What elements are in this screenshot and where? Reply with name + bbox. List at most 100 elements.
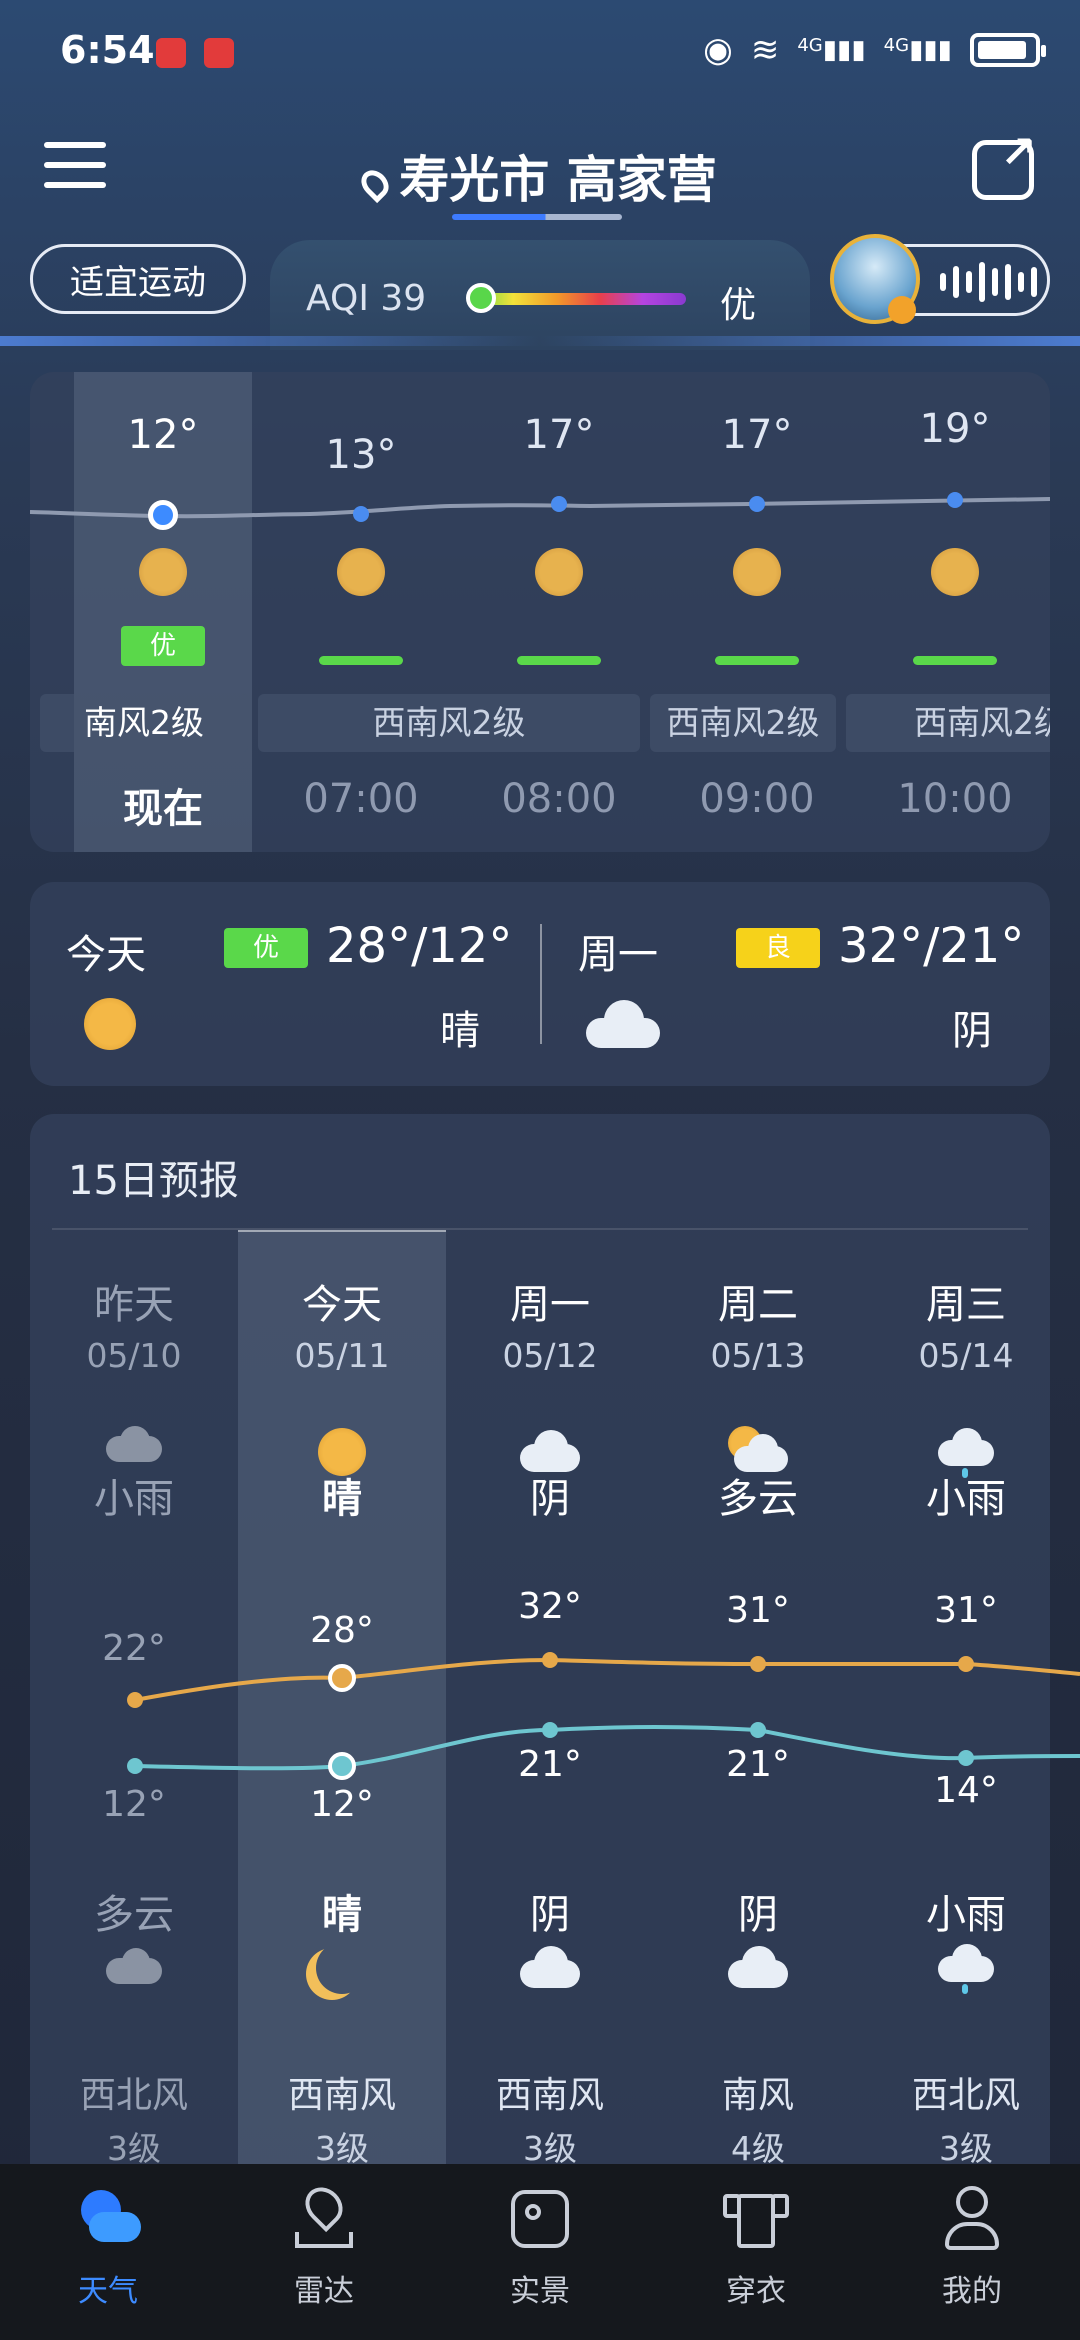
hour-time: 07:00 <box>303 776 419 822</box>
hourly-forecast-card[interactable]: 12° 优 现在 13° 07:00 17° 08:00 17° 09:00 1… <box>30 372 1050 852</box>
forecast-high: 31° <box>726 1590 790 1631</box>
nav-label: 我的 <box>942 2274 1002 2309</box>
hour-item: 12° 优 现在 <box>64 372 262 852</box>
forecast-night-condition: 晴 <box>322 1892 362 1938</box>
aqi-bar <box>913 656 997 665</box>
forecast-low: 12° <box>310 1784 374 1825</box>
header-divider <box>0 336 1080 346</box>
hour-temp: 13° <box>325 432 397 478</box>
nav-live-view[interactable]: 实景 <box>432 2186 648 2310</box>
clothing-icon <box>723 2186 789 2252</box>
cloudy-night-icon <box>106 1946 162 1986</box>
hour-item: 19° 10:00 <box>856 372 1050 852</box>
forecast-high: 22° <box>102 1628 166 1669</box>
aqi-scale-bar <box>470 293 686 305</box>
tomorrow-label: 周一 <box>578 932 658 978</box>
forecast-title: 15日预报 <box>68 1158 239 1204</box>
sunny-icon <box>139 548 187 596</box>
temp-dot <box>947 492 963 508</box>
light-rain-icon <box>106 1426 162 1466</box>
forecast-wind-level: 3级 <box>315 2129 369 2168</box>
forecast-day-label: 周一 <box>510 1282 590 1328</box>
play-icon <box>888 296 916 324</box>
current-temp-dot <box>148 500 178 530</box>
weather-icon <box>75 2186 141 2252</box>
forecast-day-condition: 小雨 <box>94 1476 174 1522</box>
divider <box>540 924 542 1044</box>
cloudy-icon <box>586 1000 660 1048</box>
hour-wind: 南风2级 <box>40 694 248 752</box>
forecast-wind-level: 3级 <box>939 2129 993 2168</box>
divider <box>52 1228 1028 1230</box>
forecast-wind: 南风 <box>721 2075 794 2116</box>
sunny-icon <box>535 548 583 596</box>
hour-time: 09:00 <box>699 776 815 822</box>
location-title[interactable]: 寿光市 高家营 <box>0 140 1080 212</box>
hour-time: 08:00 <box>501 776 617 822</box>
share-icon[interactable] <box>972 127 1037 200</box>
hour-temp: 19° <box>919 406 991 452</box>
forecast-day-label: 昨天 <box>94 1282 174 1328</box>
overcast-icon <box>520 1946 580 1988</box>
forecast-day-condition: 阴 <box>530 1476 570 1522</box>
audio-wave-icon <box>940 262 1037 302</box>
forecast-date: 05/10 <box>86 1336 182 1375</box>
hour-item: 17° 09:00 <box>658 372 856 852</box>
profile-icon <box>939 2186 1005 2252</box>
forecast-night-condition: 阴 <box>738 1892 778 1938</box>
forecast-wind-level: 3级 <box>523 2129 577 2168</box>
forecast-wind-level: 4级 <box>731 2129 785 2168</box>
location-pin-icon <box>356 164 395 203</box>
sport-suggestion-button[interactable]: 适宜运动 <box>30 244 246 314</box>
temp-dot <box>353 506 369 522</box>
forecast-low: 21° <box>518 1744 582 1785</box>
hour-item: 13° 07:00 <box>262 372 460 852</box>
eye-icon: ◉ <box>703 30 733 70</box>
forecast-night-condition: 小雨 <box>926 1892 1006 1938</box>
huawei-app-icon <box>156 38 186 68</box>
forecast-day-label: 周三 <box>926 1282 1006 1328</box>
today-condition: 晴 <box>440 1008 480 1054</box>
forecast-day-condition: 小雨 <box>926 1476 1006 1522</box>
forecast-day-condition: 多云 <box>718 1476 798 1522</box>
tomorrow-condition: 阴 <box>952 1008 992 1054</box>
hour-temp: 17° <box>721 412 793 458</box>
forecast-high: 28° <box>310 1610 374 1651</box>
status-icons: ◉ ≋ 4G▮▮▮ 4G▮▮▮ <box>703 30 1046 70</box>
forecast-low: 21° <box>726 1744 790 1785</box>
forecast-date: 05/12 <box>502 1336 598 1375</box>
temp-dot <box>749 496 765 512</box>
forecast-date: 05/13 <box>710 1336 806 1375</box>
nav-clothing[interactable]: 穿衣 <box>648 2186 864 2310</box>
nav-radar[interactable]: 雷达 <box>216 2179 432 2310</box>
forecast-low: 12° <box>102 1784 166 1825</box>
forecast-day-label: 今天 <box>302 1282 382 1328</box>
hour-time: 现在 <box>123 786 203 832</box>
forecast-date: 05/14 <box>918 1336 1014 1375</box>
hour-wind: 西南风2级 <box>846 694 1050 752</box>
nav-label: 穿衣 <box>726 2274 786 2309</box>
tomorrow-aqi-badge: 良 <box>736 928 820 968</box>
hour-time: 10:00 <box>897 776 1013 822</box>
battery-icon <box>970 33 1046 67</box>
forecast-wind: 西南风 <box>287 2075 396 2116</box>
today-temp-range: 28°/12° <box>326 918 513 974</box>
forecast-wind-level: 3级 <box>107 2129 161 2168</box>
aqi-bar <box>517 656 601 665</box>
nav-weather[interactable]: 天气 <box>0 2186 216 2310</box>
forecast-low: 14° <box>934 1770 998 1811</box>
aqi-level: 优 <box>720 285 757 326</box>
nav-profile[interactable]: 我的 <box>864 2186 1080 2310</box>
signal-1-icon: 4G▮▮▮ <box>797 35 866 65</box>
signal-2-icon: 4G▮▮▮ <box>883 35 952 65</box>
sunny-icon <box>733 548 781 596</box>
status-time: 6:54 <box>60 28 155 72</box>
hour-wind: 西南风2级 <box>650 694 836 752</box>
forecast-wind: 西北风 <box>911 2075 1020 2116</box>
forecast-high: 31° <box>934 1590 998 1631</box>
sunny-icon <box>337 548 385 596</box>
nav-label: 天气 <box>78 2274 138 2309</box>
forecast-date: 05/11 <box>294 1336 390 1375</box>
sunny-icon <box>84 998 136 1050</box>
overcast-icon <box>728 1946 788 1988</box>
